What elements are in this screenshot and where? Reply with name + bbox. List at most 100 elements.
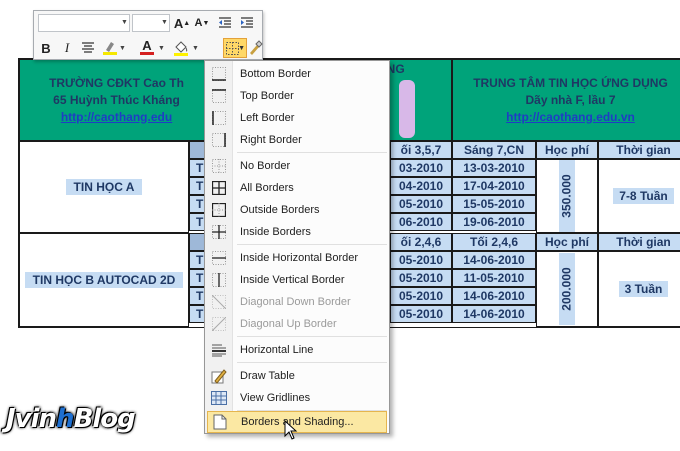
menu-label: Right Border bbox=[240, 134, 302, 146]
shrink-font-button[interactable]: A ▼ bbox=[193, 14, 211, 32]
fee-b-box: 200.000 bbox=[559, 253, 575, 325]
menu-label: Inside Vertical Border bbox=[240, 274, 345, 286]
bold-button[interactable]: B bbox=[37, 39, 55, 57]
row-b4-d2: 14-06-2010 bbox=[452, 305, 536, 323]
inside-borders-icon bbox=[212, 225, 226, 239]
italic-button[interactable]: I bbox=[58, 39, 76, 57]
menu-item-left-border[interactable]: Left Border bbox=[207, 107, 387, 129]
left-border-icon bbox=[212, 111, 226, 125]
font-color-button[interactable]: A bbox=[138, 38, 156, 56]
menu-label: Diagonal Down Border bbox=[240, 296, 351, 308]
school-address: 65 Huỳnh Thúc Kháng bbox=[53, 92, 180, 107]
center-address: Dãy nhà F, lầu 7 bbox=[525, 92, 616, 107]
menu-item-diagonal-up-border: Diagonal Up Border bbox=[207, 313, 387, 335]
menu-label: Bottom Border bbox=[240, 68, 311, 80]
menu-separator bbox=[237, 362, 387, 363]
row-b2-d1: 05-2010 bbox=[390, 269, 452, 287]
duration-b-cell: 3 Tuần bbox=[598, 251, 680, 327]
menu-item-inside-vertical-border[interactable]: Inside Vertical Border bbox=[207, 269, 387, 291]
font-color-icon: A bbox=[142, 37, 152, 53]
decrease-indent-icon bbox=[219, 17, 231, 28]
logo-text-2: h bbox=[56, 404, 74, 434]
inside-horizontal-border-icon bbox=[212, 251, 226, 265]
menu-item-no-border[interactable]: No Border bbox=[207, 155, 387, 177]
menu-item-outside-borders[interactable]: Outside Borders bbox=[207, 199, 387, 221]
borders-dropdown-icon[interactable]: ▼ bbox=[238, 45, 245, 52]
fee-a-box: 350.000 bbox=[559, 160, 575, 232]
fee-a-value: 350.000 bbox=[560, 174, 575, 218]
menu-label: View Gridlines bbox=[240, 392, 311, 404]
logo-text-3: Blog bbox=[73, 404, 136, 434]
shading-dropdown-icon[interactable]: ▼ bbox=[192, 45, 199, 52]
menu-item-inside-borders[interactable]: Inside Borders bbox=[207, 221, 387, 243]
paint-bucket-icon bbox=[174, 41, 188, 56]
duration-a-value: 7-8 Tuần bbox=[613, 188, 674, 204]
section-a-h1: ối 3,5,7 bbox=[390, 141, 452, 159]
duration-a-cell: 7-8 Tuần bbox=[598, 159, 680, 233]
borders-button[interactable]: ▼ bbox=[223, 38, 247, 58]
view-gridlines-icon bbox=[211, 391, 227, 405]
row-b3-d2: 14-06-2010 bbox=[452, 287, 536, 305]
borders-icon bbox=[226, 42, 239, 55]
row-a3-d2: 15-05-2010 bbox=[452, 195, 536, 213]
fee-b-value: 200.000 bbox=[560, 267, 575, 311]
menu-label: Inside Horizontal Border bbox=[240, 252, 359, 264]
row-b1-d1: 05-2010 bbox=[390, 251, 452, 269]
menu-item-inside-horizontal-border[interactable]: Inside Horizontal Border bbox=[207, 247, 387, 269]
menu-item-top-border[interactable]: Top Border bbox=[207, 85, 387, 107]
menu-item-draw-table[interactable]: Draw Table bbox=[207, 365, 387, 387]
diagonal-down-border-icon bbox=[212, 295, 226, 309]
school-header: TRƯỜNG CĐKT Cao Th 65 Huỳnh Thúc Kháng h… bbox=[19, 59, 214, 141]
menu-item-horizontal-line[interactable]: Horizontal Line bbox=[207, 339, 387, 361]
fee-a-cell: 350.000 bbox=[536, 159, 598, 233]
section-a-h2: Sáng 7,CN bbox=[452, 141, 536, 159]
shrink-font-icon: A bbox=[194, 17, 203, 29]
section-b-h1: ối 2,4,6 bbox=[390, 233, 452, 251]
font-size-dropdown-icon[interactable]: ▼ bbox=[161, 19, 168, 26]
row-a4-d2: 19-06-2010 bbox=[452, 213, 536, 231]
highlight-button[interactable] bbox=[101, 39, 119, 57]
menu-separator bbox=[237, 336, 387, 337]
section-b-h2: Tối 2,4,6 bbox=[452, 233, 536, 251]
menu-label: No Border bbox=[240, 160, 291, 172]
row-b1-d2: 14-06-2010 bbox=[452, 251, 536, 269]
decrease-indent-button[interactable] bbox=[216, 14, 234, 32]
row-b4-d1: 05-2010 bbox=[390, 305, 452, 323]
menu-separator bbox=[237, 152, 387, 153]
menu-item-view-gridlines[interactable]: View Gridlines bbox=[207, 387, 387, 409]
course-b-label: TIN HỌC B AUTOCAD 2D bbox=[24, 272, 184, 288]
center-align-button[interactable] bbox=[79, 39, 97, 57]
header-image bbox=[399, 80, 415, 138]
format-painter-button[interactable] bbox=[246, 39, 264, 57]
increase-indent-button[interactable] bbox=[238, 14, 256, 32]
font-color-dropdown-icon[interactable]: ▼ bbox=[158, 45, 165, 52]
inside-vertical-border-icon bbox=[212, 273, 226, 287]
row-a3-d1: 05-2010 bbox=[390, 195, 452, 213]
menu-label: Draw Table bbox=[240, 370, 295, 382]
row-a1-d1: 03-2010 bbox=[390, 159, 452, 177]
mouse-cursor-icon bbox=[284, 420, 298, 440]
row-a4-d1: 06-2010 bbox=[390, 213, 452, 231]
menu-item-all-borders[interactable]: All Borders bbox=[207, 177, 387, 199]
duration-b-value: 3 Tuần bbox=[618, 281, 669, 297]
highlight-dropdown-icon[interactable]: ▼ bbox=[119, 45, 126, 52]
menu-item-bottom-border[interactable]: Bottom Border bbox=[207, 63, 387, 85]
font-name-field[interactable] bbox=[38, 14, 130, 32]
center-link[interactable]: http://caothang.edu.vn bbox=[506, 109, 635, 126]
all-borders-icon bbox=[212, 181, 226, 195]
menu-separator bbox=[237, 244, 387, 245]
menu-label: Inside Borders bbox=[240, 226, 311, 238]
draw-table-icon bbox=[211, 369, 227, 384]
row-a1-d2: 13-03-2010 bbox=[452, 159, 536, 177]
row-a2-d1: 04-2010 bbox=[390, 177, 452, 195]
shading-button[interactable] bbox=[172, 39, 190, 57]
center-header: TRUNG TÂM TIN HỌC ỨNG DỤNG Dãy nhà F, lầ… bbox=[452, 59, 680, 141]
highlight-icon bbox=[103, 42, 117, 55]
menu-label: Left Border bbox=[240, 112, 295, 124]
menu-item-right-border[interactable]: Right Border bbox=[207, 129, 387, 151]
grow-font-button[interactable]: A ▲ bbox=[173, 14, 191, 32]
screen: TRƯỜNG CĐKT Cao Th 65 Huỳnh Thúc Kháng h… bbox=[0, 0, 680, 451]
school-link[interactable]: http://caothang.edu bbox=[61, 109, 172, 126]
font-name-dropdown-icon[interactable]: ▼ bbox=[121, 19, 128, 26]
course-b-cell: TIN HỌC B AUTOCAD 2D bbox=[19, 233, 189, 327]
